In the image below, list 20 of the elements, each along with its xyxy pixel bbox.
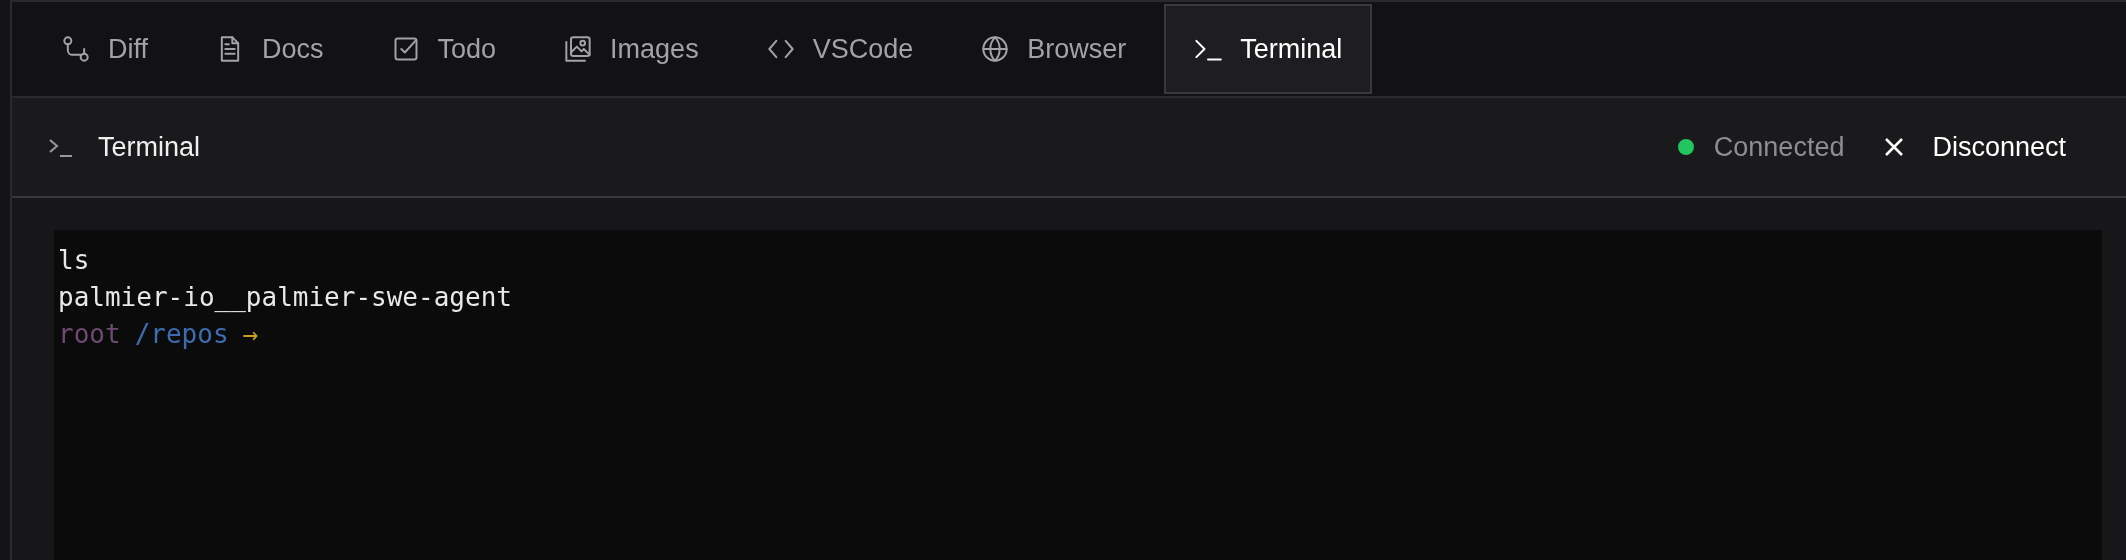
prompt-arrow: → (242, 319, 259, 349)
disconnect-button[interactable]: Disconnect (1884, 126, 2066, 168)
prompt-path: /repos (134, 319, 229, 349)
tab[interactable]: Docs (186, 2, 354, 96)
tab[interactable]: Images (534, 2, 729, 96)
terminal-line: ls (58, 245, 90, 275)
panel-title: Terminal (98, 130, 201, 164)
globe-icon (981, 35, 1010, 63)
images-icon (564, 35, 593, 63)
status-label: Connected (1713, 130, 1845, 164)
tab[interactable]: Todo (361, 2, 527, 96)
tab[interactable]: VSCode (736, 2, 944, 96)
terminal-icon (48, 136, 74, 158)
tab[interactable]: Diff (32, 2, 178, 96)
tab[interactable]: Terminal (1164, 4, 1373, 94)
terminal-line: palmier-io__palmier-swe-agent (58, 282, 512, 312)
tab[interactable]: Browser (951, 2, 1157, 96)
branch-icon (62, 35, 90, 63)
close-icon (1884, 137, 1905, 157)
prompt-user: root (58, 319, 121, 349)
